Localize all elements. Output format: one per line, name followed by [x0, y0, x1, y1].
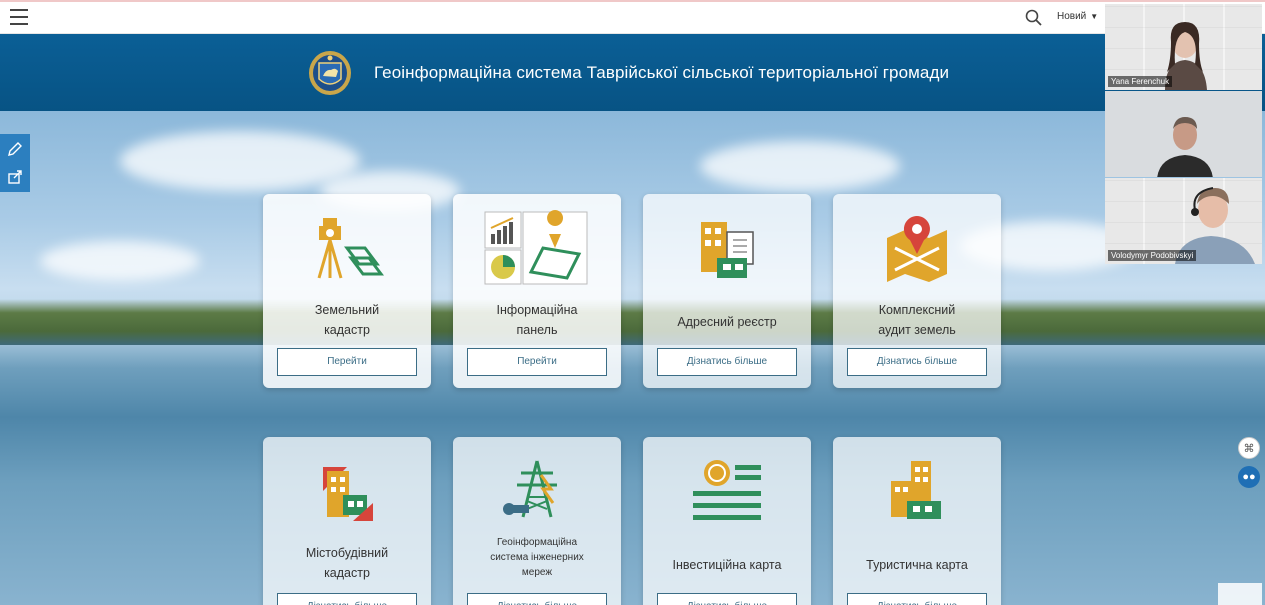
- card-title: система інженерних: [490, 552, 584, 563]
- apps-icon[interactable]: ⌘: [1238, 437, 1260, 459]
- cloud: [700, 141, 900, 191]
- address-registry-icon: [701, 222, 754, 278]
- card-engineering-networks: Геоінформаційна система інженерних мереж…: [453, 437, 621, 605]
- video-tile[interactable]: Yana Ferenchuk: [1105, 4, 1262, 90]
- new-dropdown-label: Новий: [1057, 11, 1087, 22]
- cloud: [120, 131, 360, 191]
- community-emblem-icon: [309, 51, 351, 95]
- card-title: Інформаційна: [496, 303, 578, 317]
- card-title: аудит земель: [878, 323, 956, 337]
- cloud: [40, 241, 200, 281]
- card-title: Туристична карта: [866, 558, 968, 572]
- learn-more-button[interactable]: Дізнатись більше: [847, 348, 987, 376]
- buildings-icon: [891, 461, 941, 519]
- card-title: Містобудівний: [305, 546, 389, 560]
- corner-logo: [1218, 583, 1262, 605]
- share-icon[interactable]: [6, 168, 24, 186]
- chevron-down-icon: ▼: [1090, 12, 1099, 21]
- video-tile[interactable]: Volodymyr Podobivskyi: [1105, 178, 1262, 264]
- dashboard-icon: [484, 210, 588, 285]
- header-banner: Геоінформаційна система Таврійської сіль…: [0, 34, 1265, 111]
- card-address-registry: Адресний реєстр Дізнатись більше: [643, 194, 811, 388]
- top-bar: Новий ▼: [0, 0, 1265, 34]
- card-info-panel: Інформаційна панель Перейти: [453, 194, 621, 388]
- card-title: Земельний: [314, 303, 380, 317]
- card-title: мереж: [521, 567, 553, 578]
- shoreline: [0, 299, 1265, 345]
- hero-background: [0, 111, 1265, 605]
- card-title: Комплексний: [878, 303, 956, 317]
- side-toolbar: [0, 134, 30, 192]
- card-land-audit: Комплексний аудит земель Дізнатись більш…: [833, 194, 1001, 388]
- menu-icon[interactable]: [10, 9, 28, 25]
- search-icon[interactable]: [1024, 8, 1044, 28]
- card-investment-map: Інвестиційна карта Дізнатись більше: [643, 437, 811, 605]
- card-urban-cadastre: Містобудівний кадастр Дізнатись більше: [263, 437, 431, 605]
- card-land-cadastre: Земельний кадастр Перейти: [263, 194, 431, 388]
- go-button[interactable]: Перейти: [277, 348, 417, 376]
- participant-name: Yana Ferenchuk: [1108, 76, 1173, 87]
- power-tower-icon: [503, 460, 557, 518]
- card-title: Адресний реєстр: [677, 315, 777, 329]
- coin-stack-icon: [693, 460, 761, 520]
- learn-more-button[interactable]: Дізнатись більше: [847, 593, 987, 605]
- card-title: кадастр: [324, 323, 370, 337]
- card-title: кадастр: [324, 566, 370, 580]
- card-tourist-map: Туристична карта Дізнатись більше: [833, 437, 1001, 605]
- map-pin-icon: [887, 216, 947, 282]
- pencil-icon[interactable]: [6, 140, 24, 158]
- learn-more-button[interactable]: Дізнатись більше: [467, 593, 607, 605]
- card-title: Геоінформаційна: [496, 537, 578, 548]
- participant-avatar: [1157, 117, 1213, 177]
- go-button[interactable]: Перейти: [467, 348, 607, 376]
- learn-more-button[interactable]: Дізнатись більше: [277, 593, 417, 605]
- learn-more-button[interactable]: Дізнатись більше: [657, 593, 797, 605]
- new-dropdown[interactable]: Новий ▼: [1057, 11, 1098, 22]
- surveyor-icon: [317, 218, 384, 279]
- card-title: Інвестиційна карта: [672, 558, 782, 572]
- card-title: панель: [516, 323, 558, 337]
- video-tile[interactable]: [1105, 91, 1262, 177]
- learn-more-button[interactable]: Дізнатись більше: [657, 348, 797, 376]
- participant-name: Volodymyr Podobivskyi: [1108, 250, 1197, 261]
- urban-planning-icon: [323, 467, 373, 521]
- page-title: Геоінформаційна система Таврійської сіль…: [374, 63, 950, 82]
- assistant-icon[interactable]: ●●: [1238, 466, 1260, 488]
